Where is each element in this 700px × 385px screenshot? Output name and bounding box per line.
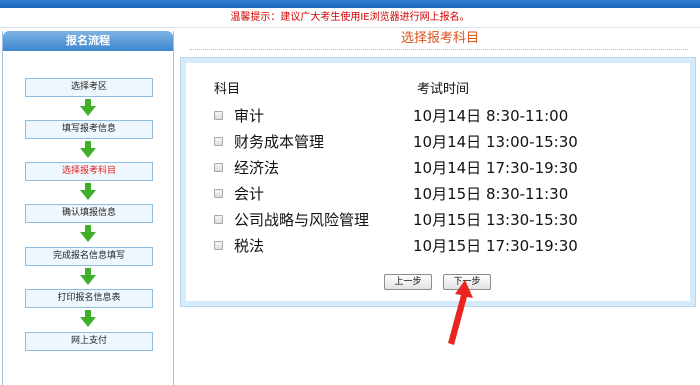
subject-checkbox[interactable] bbox=[214, 189, 223, 198]
subject-row: 会计 10月15日 8:30-11:30 bbox=[214, 184, 614, 204]
annotation-arrow-icon bbox=[448, 280, 473, 345]
step-print-form[interactable]: 打印报名信息表 bbox=[25, 289, 153, 308]
subject-header: 科目 bbox=[214, 82, 241, 97]
browser-notice: 温馨提示：建议广大考生使用IE浏览器进行网上报名。 bbox=[0, 8, 700, 28]
down-arrow-icon bbox=[80, 225, 96, 242]
exam-time: 10月15日 13:30-15:30 bbox=[413, 211, 578, 229]
exam-time: 10月15日 8:30-11:30 bbox=[413, 185, 569, 203]
subject-row: 公司战略与风险管理 10月15日 13:30-15:30 bbox=[214, 210, 614, 230]
step-complete-registration[interactable]: 完成报名信息填写 bbox=[25, 247, 153, 266]
step-fill-info[interactable]: 填写报考信息 bbox=[25, 120, 153, 139]
process-sidebar: 报名流程 选择考区 填写报考信息 选择报考科目 确认填报信息 完成报名信息填写 … bbox=[2, 31, 174, 385]
exam-time: 10月15日 17:30-19:30 bbox=[413, 237, 578, 255]
subject-row: 审计 10月14日 8:30-11:00 bbox=[214, 106, 614, 126]
subject-name: 税法 bbox=[234, 237, 265, 255]
down-arrow-icon bbox=[80, 99, 96, 116]
subject-checkbox[interactable] bbox=[214, 137, 223, 146]
subject-checkbox[interactable] bbox=[214, 163, 223, 172]
top-bar bbox=[0, 0, 700, 8]
subject-checkbox[interactable] bbox=[214, 241, 223, 250]
subject-checkbox[interactable] bbox=[214, 215, 223, 224]
subject-row: 税法 10月15日 17:30-19:30 bbox=[214, 236, 614, 256]
step-select-subjects[interactable]: 选择报考科目 bbox=[25, 162, 153, 181]
subject-name: 财务成本管理 bbox=[234, 133, 325, 151]
subject-name: 会计 bbox=[234, 185, 265, 203]
down-arrow-icon bbox=[80, 268, 96, 285]
subject-name: 公司战略与风险管理 bbox=[234, 211, 370, 229]
title-divider bbox=[190, 49, 688, 50]
down-arrow-icon bbox=[80, 310, 96, 327]
subject-name: 经济法 bbox=[234, 159, 280, 177]
exam-time: 10月14日 17:30-19:30 bbox=[413, 159, 578, 177]
divider bbox=[0, 27, 700, 28]
step-confirm-info[interactable]: 确认填报信息 bbox=[25, 204, 153, 223]
step-online-payment[interactable]: 网上支付 bbox=[25, 332, 153, 351]
page-title: 选择报考科目 bbox=[400, 31, 479, 46]
exam-time: 10月14日 8:30-11:00 bbox=[413, 107, 569, 125]
sidebar-title: 报名流程 bbox=[3, 31, 173, 51]
subject-row: 经济法 10月14日 17:30-19:30 bbox=[214, 158, 614, 178]
step-select-region[interactable]: 选择考区 bbox=[25, 78, 153, 97]
subject-name: 审计 bbox=[234, 107, 265, 125]
exam-time: 10月14日 13:00-15:30 bbox=[413, 133, 578, 151]
subject-checkbox[interactable] bbox=[214, 111, 223, 120]
down-arrow-icon bbox=[80, 183, 96, 200]
subject-row: 财务成本管理 10月14日 13:00-15:30 bbox=[214, 132, 614, 152]
down-arrow-icon bbox=[80, 141, 96, 158]
prev-button[interactable]: 上一步 bbox=[384, 274, 432, 290]
exam-time-header: 考试时间 bbox=[417, 82, 470, 97]
